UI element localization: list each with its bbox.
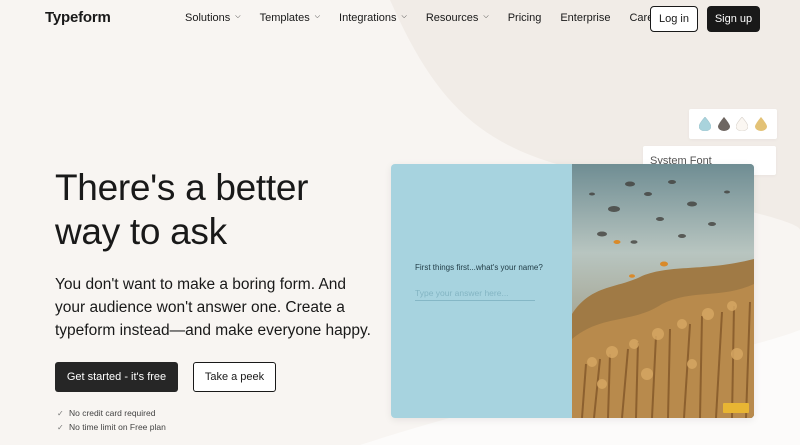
theme-color-swatches (689, 109, 777, 139)
answer-input[interactable] (415, 285, 535, 301)
check-item: ✓ No time limit on Free plan (57, 420, 166, 434)
take-a-peek-button[interactable]: Take a peek (193, 362, 276, 392)
signup-button[interactable]: Sign up (707, 6, 760, 32)
nav-item-pricing[interactable]: Pricing (508, 12, 542, 24)
nav-menu: Solutions ⌵ Templates ⌵ Integrations ⌵ R… (185, 12, 688, 24)
check-icon: ✓ (57, 408, 64, 418)
check-item-label: No time limit on Free plan (69, 422, 166, 432)
check-item-label: No credit card required (69, 408, 156, 418)
nav-item-integrations[interactable]: Integrations ⌵ (339, 12, 407, 24)
nav-item-label: Pricing (507, 12, 542, 24)
chevron-down-icon: ⌵ (314, 13, 321, 20)
check-icon: ✓ (57, 422, 64, 432)
hero-title: There's a better way to ask (55, 167, 309, 252)
chevron-down-icon: ⌵ (235, 13, 241, 20)
hero-subtitle: You don't want to make a boring form. An… (55, 276, 371, 339)
ok-button[interactable] (723, 403, 749, 413)
top-navigation: Typeform Solutions ⌵ Templates ⌵ Integra… (0, 0, 800, 38)
nav-item-label: Solutions (185, 12, 231, 24)
color-drop-icon[interactable] (754, 117, 767, 131)
form-preview-card: First things first...what's your name? (391, 164, 754, 418)
nav-item-label: Integrations (339, 12, 397, 24)
reef-image (572, 164, 754, 418)
nav-item-label: Resources (425, 12, 479, 24)
login-button[interactable]: Log in (650, 6, 698, 32)
nav-item-solutions[interactable]: Solutions ⌵ (185, 12, 241, 24)
chevron-down-icon: ⌵ (483, 13, 489, 20)
color-drop-icon[interactable] (717, 117, 730, 131)
feature-checklist: ✓ No credit card required ✓ No time limi… (57, 406, 166, 434)
nav-item-enterprise[interactable]: Enterprise (560, 12, 610, 24)
get-started-button[interactable]: Get started - it's free (55, 362, 178, 392)
nav-item-label: Enterprise (560, 12, 611, 24)
chevron-down-icon: ⌵ (401, 13, 407, 20)
typeform-logo[interactable]: Typeform (45, 9, 111, 26)
color-drop-icon[interactable] (699, 117, 712, 131)
check-item: ✓ No credit card required (57, 406, 166, 420)
nav-item-resources[interactable]: Resources ⌵ (426, 12, 489, 24)
form-question-panel: First things first...what's your name? (391, 164, 572, 418)
nav-item-templates[interactable]: Templates ⌵ (260, 12, 320, 24)
form-question: First things first...what's your name? (415, 263, 543, 272)
nav-item-label: Templates (259, 12, 310, 24)
color-drop-icon[interactable] (736, 117, 749, 131)
coral-reef-illustration (572, 164, 754, 418)
